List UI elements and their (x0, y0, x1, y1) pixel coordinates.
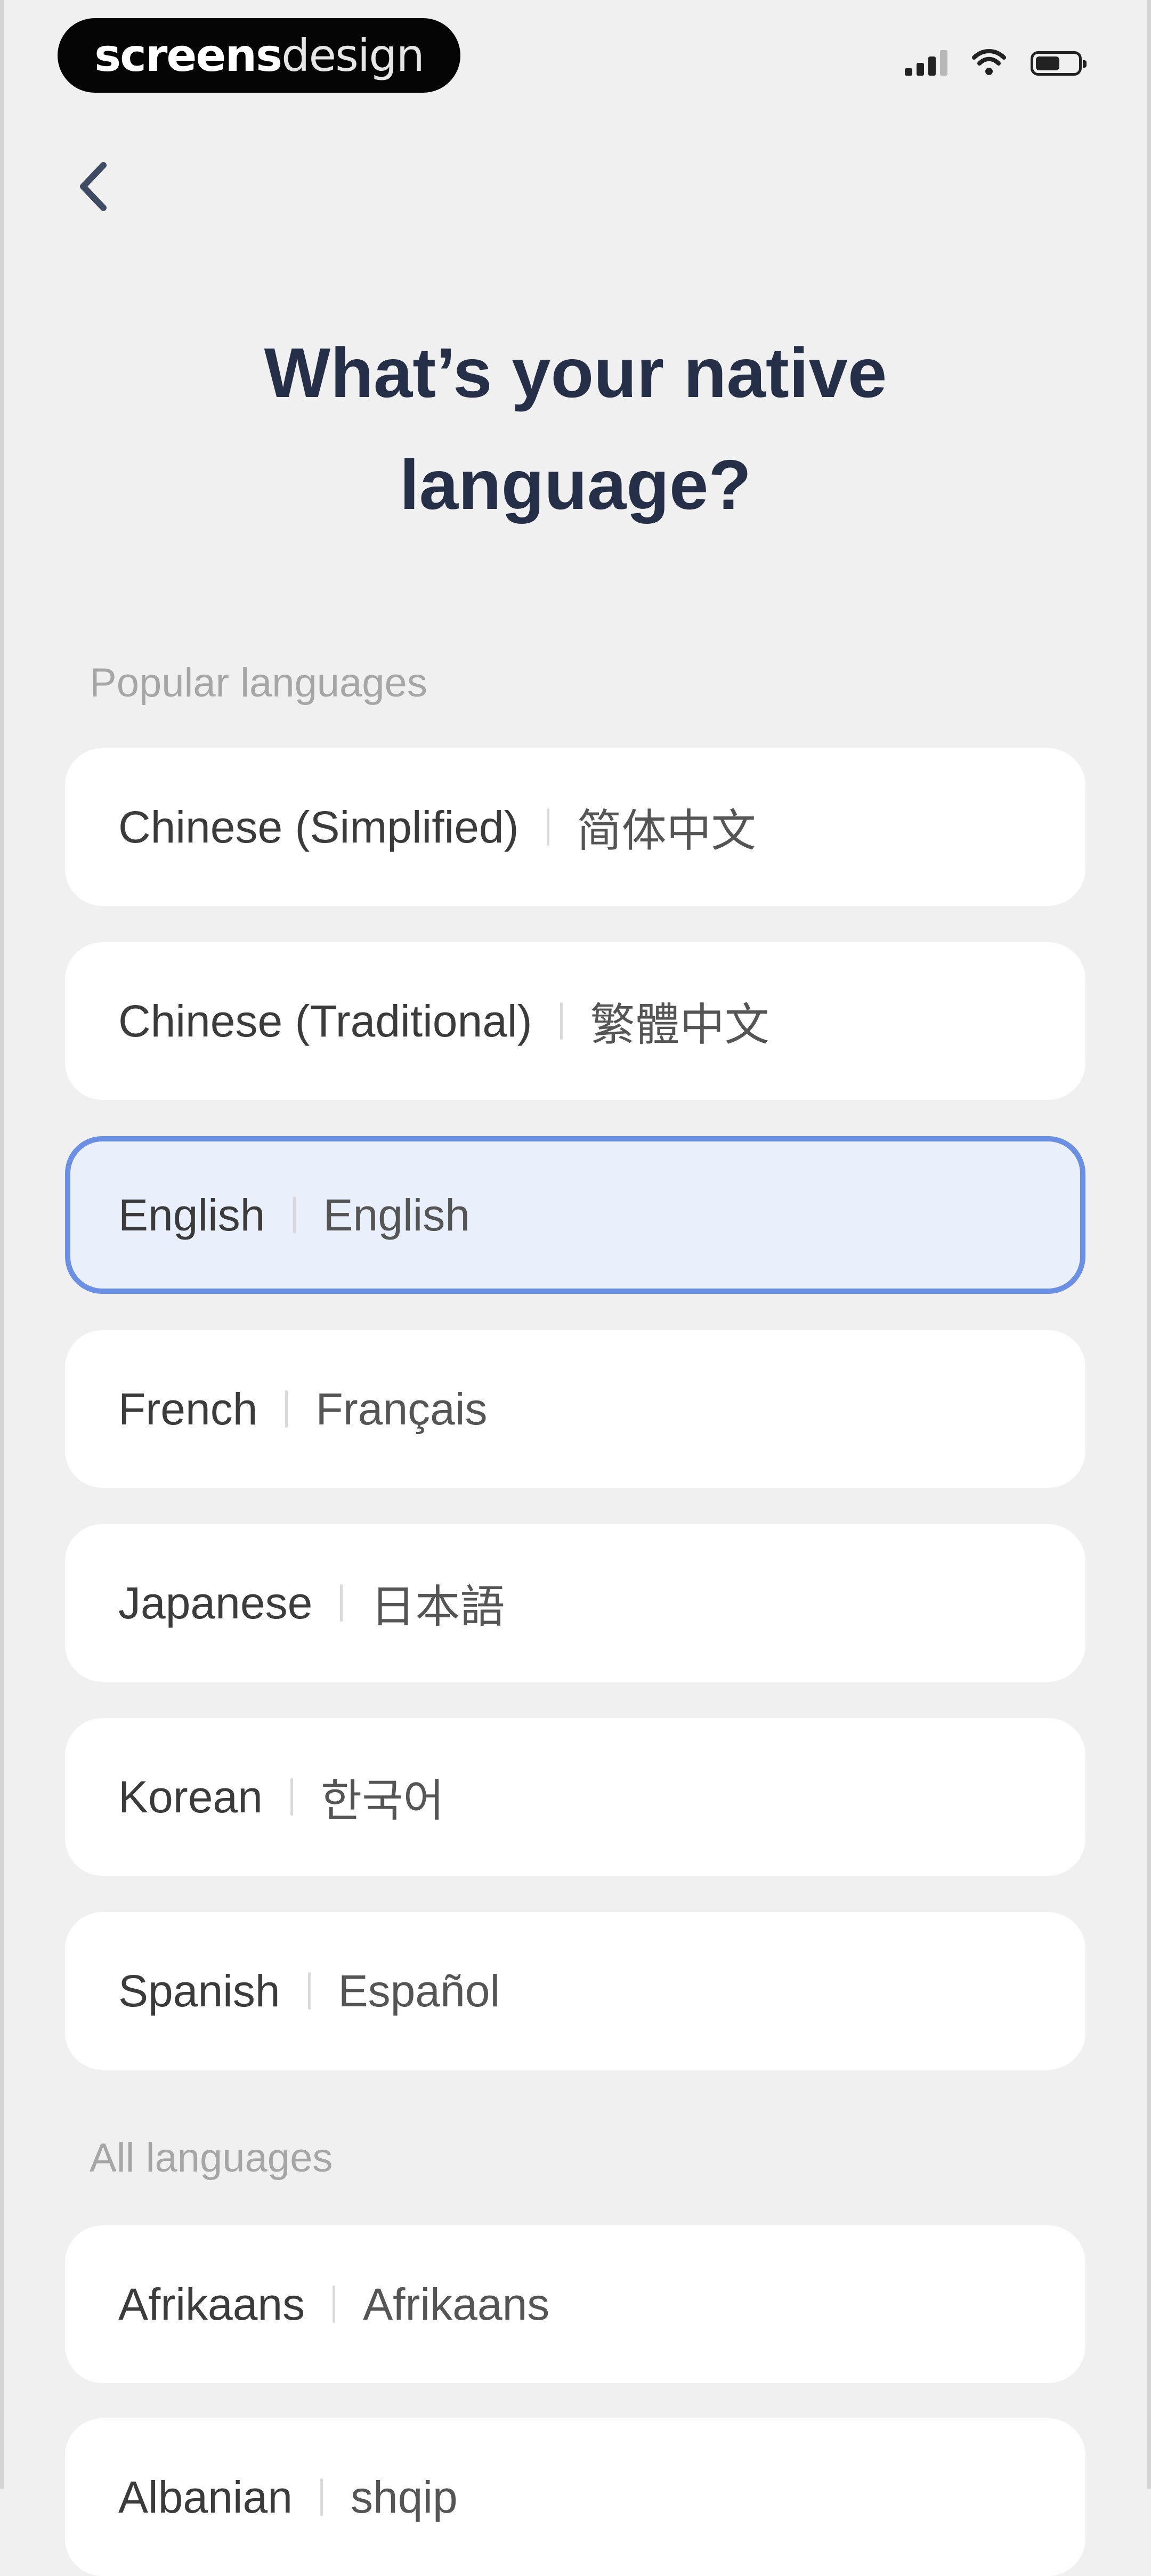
language-name: French (118, 1383, 258, 1434)
separator (307, 1972, 311, 2010)
language-option-albanian[interactable]: Albanian shqip (65, 2418, 1085, 2576)
language-name: Spanish (118, 1965, 280, 2016)
language-name: Chinese (Traditional) (118, 995, 532, 1046)
language-native-name: English (323, 1189, 471, 1240)
language-native-name: Français (315, 1383, 488, 1434)
language-option-japanese[interactable]: Japanese 日本語 (65, 1524, 1085, 1682)
separator (333, 2286, 336, 2323)
language-option-chinese-simplified[interactable]: Chinese (Simplified) 简体中文 (65, 748, 1085, 906)
separator (546, 808, 549, 846)
chevron-left-icon (80, 162, 107, 211)
language-option-english[interactable]: English English (65, 1136, 1085, 1294)
status-icons (905, 48, 1087, 76)
language-option-chinese-traditional[interactable]: Chinese (Traditional) 繁體中文 (65, 942, 1085, 1100)
language-name: English (118, 1189, 265, 1240)
back-button[interactable] (69, 157, 117, 216)
separator (340, 1584, 343, 1622)
separator (290, 1778, 293, 1816)
separator (285, 1390, 288, 1428)
separator (320, 2478, 323, 2516)
signal-icon (905, 50, 947, 76)
language-option-afrikaans[interactable]: Afrikaans Afrikaans (65, 2225, 1085, 2383)
language-native-name: 繁體中文 (590, 999, 769, 1050)
language-option-french[interactable]: French Français (65, 1330, 1085, 1488)
device-frame-right (1147, 0, 1151, 2489)
language-native-name: 한국어 (320, 1775, 444, 1826)
all-languages-label: All languages (90, 2135, 333, 2181)
language-native-name: 日本語 (370, 1581, 505, 1632)
language-name: Afrikaans (118, 2279, 305, 2329)
language-name: Chinese (Simplified) (118, 801, 519, 852)
language-native-name: Afrikaans (363, 2279, 550, 2329)
language-option-korean[interactable]: Korean 한국어 (65, 1718, 1085, 1876)
brand-name-light: design (281, 29, 425, 82)
language-native-name: shqip (350, 2472, 458, 2522)
language-option-spanish[interactable]: Spanish Español (65, 1912, 1085, 2070)
language-name: Albanian (118, 2472, 293, 2522)
page-title: What’s your native language? (264, 334, 887, 524)
separator (560, 1002, 563, 1040)
language-native-name: 简体中文 (577, 805, 756, 856)
wifi-icon (972, 48, 1006, 76)
language-name: Japanese (118, 1577, 313, 1628)
language-native-name: Español (338, 1965, 500, 2016)
popular-languages-label: Popular languages (90, 660, 427, 706)
brand-badge: screens design (58, 18, 460, 93)
battery-icon (1031, 51, 1087, 76)
language-name: Korean (118, 1771, 263, 1822)
separator (293, 1196, 296, 1234)
device-frame-left (0, 0, 4, 2489)
brand-name-bold: screens (94, 29, 282, 82)
